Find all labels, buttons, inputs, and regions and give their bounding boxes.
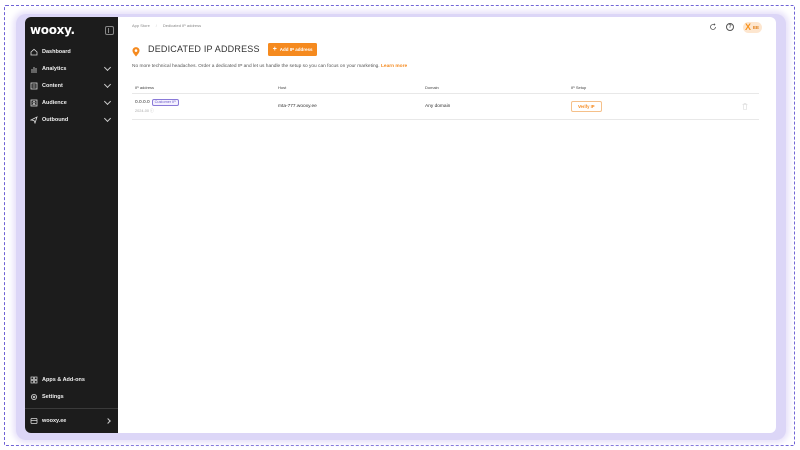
grid-icon [30, 376, 38, 384]
language-selector[interactable]: X EE [742, 21, 762, 33]
row-actions-cell [741, 93, 759, 120]
description-text: No more technical headaches. Order a ded… [132, 64, 380, 69]
sidebar: wooxy. Dashboard Analytics Content Audie… [25, 17, 118, 433]
ip-date: 2024-00 [135, 108, 149, 113]
gear-icon [30, 393, 38, 401]
table-header-row: IP address Host Domain IP Setup [132, 83, 759, 94]
breadcrumb-app-store[interactable]: App Store [132, 23, 150, 28]
sidebar-item-label: Settings [42, 393, 64, 400]
sidebar-item-analytics[interactable]: Analytics [25, 60, 118, 77]
add-ip-button[interactable]: + Add IP address [267, 42, 318, 56]
sidebar-bottom: Apps & Add-ons Settings wooxy.ee [25, 371, 118, 433]
sidebar-item-dashboard[interactable]: Dashboard [25, 43, 118, 60]
brand-x-icon: X [744, 21, 751, 32]
chevron-down-icon [103, 97, 112, 105]
breadcrumb-current: Dedicated IP address [162, 22, 202, 28]
column-header-ip-setup: IP Setup [571, 83, 741, 94]
sidebar-divider [25, 408, 118, 409]
sidebar-item-label: Audience [42, 99, 67, 106]
chevron-down-icon [103, 63, 112, 71]
sidebar-item-audience[interactable]: Audience [25, 94, 118, 111]
ip-address: 0.0.0.0 [135, 99, 150, 105]
plus-icon: + [272, 45, 277, 53]
location-pin-icon [132, 44, 140, 57]
help-icon[interactable]: ? [725, 23, 734, 31]
customer-ip-badge: Customer IP [151, 98, 179, 106]
topbar-icons: ? X EE [709, 21, 762, 33]
info-icon: ⓘ [150, 108, 154, 113]
sidebar-item-account[interactable]: wooxy.ee [25, 412, 118, 429]
logo[interactable]: wooxy. [30, 23, 75, 37]
sidebar-item-label: Content [42, 82, 63, 89]
refresh-icon[interactable] [709, 23, 717, 31]
add-ip-button-label: Add IP address [279, 46, 313, 52]
column-header-actions [741, 83, 759, 94]
sidebar-item-label: Analytics [42, 65, 67, 72]
domain-cell: Any domain [425, 93, 571, 120]
sidebar-item-apps[interactable]: Apps & Add-ons [25, 371, 118, 388]
chevron-right-icon [105, 417, 111, 424]
sidebar-nav: Dashboard Analytics Content Audience Out… [25, 43, 118, 128]
table-row: 0.0.0.0 Customer IP 2024-00 ⓘ mta-777.wo… [132, 93, 759, 120]
column-header-domain: Domain [425, 83, 571, 94]
breadcrumb-separator: / [155, 22, 157, 28]
audience-icon [30, 99, 38, 107]
title-row: DEDICATED IP ADDRESS + Add IP address [132, 42, 762, 57]
sidebar-item-label: Apps & Add-ons [42, 376, 85, 383]
main-content: App Store / Dedicated IP address ? X EE … [118, 17, 776, 433]
breadcrumb: App Store / Dedicated IP address [132, 23, 201, 28]
ip-table: IP address Host Domain IP Setup 0.0.0.0 … [132, 83, 759, 120]
chevron-down-icon [103, 80, 112, 88]
logo-row: wooxy. [25, 19, 118, 41]
sidebar-item-content[interactable]: Content [25, 77, 118, 94]
learn-more-link[interactable]: Learn more [381, 64, 407, 69]
app-window: wooxy. Dashboard Analytics Content Audie… [25, 17, 776, 433]
content-icon [30, 82, 38, 90]
ip-setup-cell: Verify IP [571, 93, 741, 120]
sidebar-item-label: wooxy.ee [42, 417, 67, 424]
host-cell: mta-777.wooxy.ee [278, 93, 425, 120]
chart-icon [30, 65, 38, 73]
sidebar-collapse-icon[interactable] [105, 25, 114, 35]
ip-cell: 0.0.0.0 Customer IP 2024-00 ⓘ [132, 93, 278, 120]
ip-main: 0.0.0.0 Customer IP [135, 98, 278, 106]
trash-icon[interactable] [741, 102, 748, 110]
home-icon [30, 48, 38, 56]
page-description: No more technical headaches. Order a ded… [132, 64, 762, 69]
sidebar-item-settings[interactable]: Settings [25, 388, 118, 405]
ip-subtext: 2024-00 ⓘ [135, 109, 278, 114]
send-icon [30, 115, 38, 124]
column-header-host: Host [278, 83, 425, 94]
account-icon [30, 417, 38, 425]
sidebar-item-outbound[interactable]: Outbound [25, 111, 118, 128]
chevron-down-icon [103, 114, 112, 122]
language-label: EE [752, 24, 759, 30]
topbar: App Store / Dedicated IP address ? X EE [132, 17, 762, 35]
sidebar-item-label: Dashboard [42, 48, 71, 55]
verify-ip-button[interactable]: Verify IP [571, 100, 602, 112]
sidebar-item-label: Outbound [42, 116, 69, 123]
column-header-ip: IP address [132, 83, 278, 94]
page-title: DEDICATED IP ADDRESS [148, 44, 260, 54]
